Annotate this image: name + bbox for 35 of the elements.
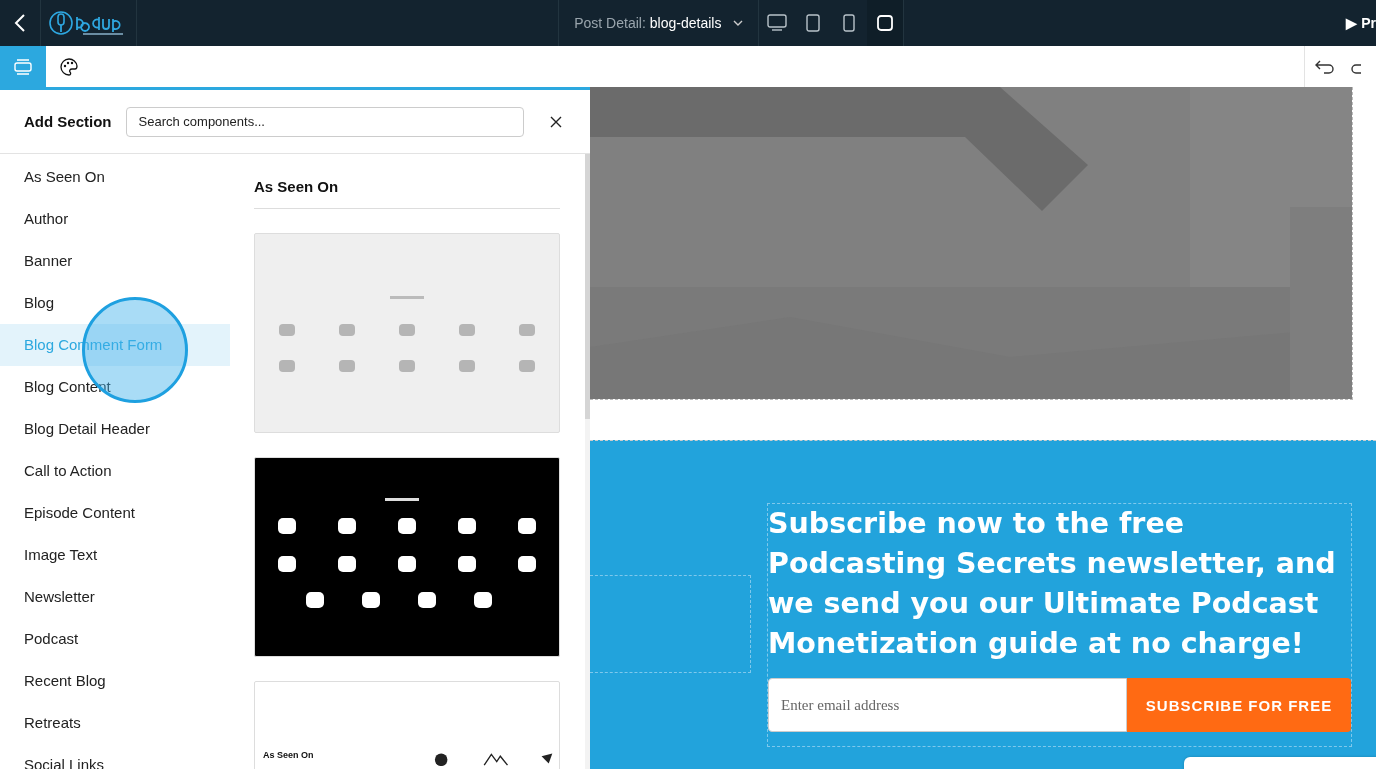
category-item[interactable]: Newsletter (0, 576, 230, 618)
square-icon (877, 15, 894, 31)
category-item[interactable]: Blog Detail Header (0, 408, 230, 450)
template-thumbnail[interactable] (254, 233, 560, 433)
newsletter-headline: Subscribe now to the free Podcasting Secrets newsletter, and we send you our Ultimate Podcast Monetization guide at no charge! (768, 506, 1337, 662)
page-label: Post Detail: (574, 15, 646, 31)
category-item[interactable]: Author (0, 198, 230, 240)
category-item[interactable]: As Seen On (0, 156, 230, 198)
template-thumbnail[interactable] (254, 457, 560, 657)
square-view-button[interactable] (867, 0, 904, 46)
group-title: As Seen On (254, 154, 560, 209)
email-field[interactable]: Enter email address (768, 678, 1127, 732)
category-item[interactable]: Retreats (0, 702, 230, 744)
category-item[interactable]: Banner (0, 240, 230, 282)
layers-icon (13, 57, 33, 76)
category-item[interactable]: Podcast (0, 618, 230, 660)
page-selector[interactable]: blog-details (649, 15, 722, 31)
category-item[interactable]: Call to Action (0, 450, 230, 492)
close-icon[interactable] (549, 115, 562, 128)
back-icon[interactable] (14, 14, 26, 32)
thumbnail-heading: As Seen On (263, 750, 314, 760)
search-field[interactable]: Search components... (125, 106, 524, 137)
category-item[interactable]: Recent Blog (0, 660, 230, 702)
category-item[interactable]: Image Text (0, 534, 230, 576)
undo-icon[interactable] (1315, 58, 1335, 75)
category-item[interactable]: Episode Content (0, 492, 230, 534)
category-item[interactable]: Blog (0, 282, 230, 324)
monitor-icon (767, 14, 788, 32)
template-thumbnail[interactable]: As Seen On (254, 681, 560, 769)
tablet-icon (806, 14, 821, 32)
chevron-down-icon[interactable] (733, 20, 744, 26)
phone-icon (843, 14, 856, 32)
palette-icon (60, 57, 78, 76)
preview-button[interactable]: ▶ Pr (1346, 0, 1376, 46)
panel-title: Add Section (24, 113, 112, 130)
